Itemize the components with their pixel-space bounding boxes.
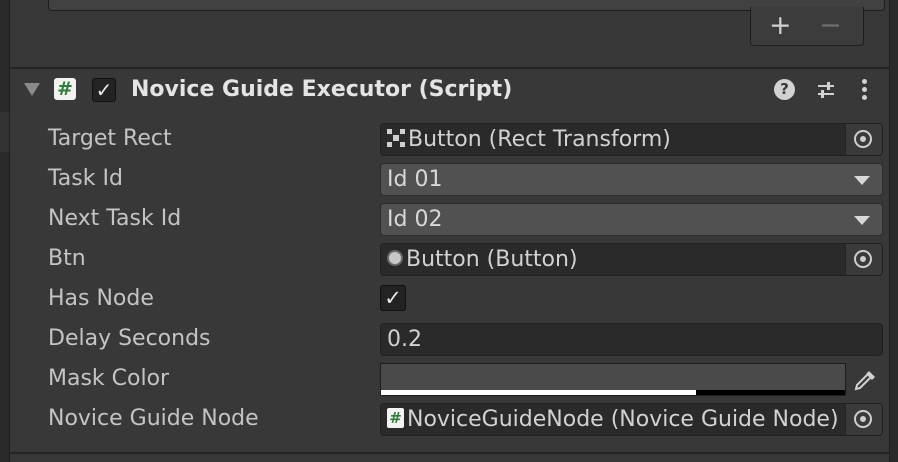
dropdown-value: Id 01 [387, 167, 443, 192]
field-label: Task Id [48, 166, 123, 191]
foldout-arrow-icon[interactable] [24, 83, 40, 96]
component-enabled-checkbox[interactable]: ✓ [92, 78, 116, 102]
next-task-id-dropdown[interactable]: Id 02 [380, 203, 883, 236]
field-value: NoviceGuideNode (Novice Guide Node) [407, 407, 839, 432]
script-icon: # [387, 408, 404, 428]
field-row-mask-color: Mask Color [0, 359, 898, 399]
add-element-button[interactable]: + [769, 11, 792, 41]
mask-color-field [380, 363, 883, 396]
component-header[interactable]: # ✓ Novice Guide Executor (Script) ? [10, 70, 889, 110]
dropdown-arrow-icon [854, 176, 870, 185]
field-label: Mask Color [48, 366, 170, 391]
field-row-task-id: Task Id Id 01 [0, 159, 898, 199]
field-label: Next Task Id [48, 206, 182, 231]
field-label: Delay Seconds [48, 326, 211, 351]
btn-object-field[interactable]: Button (Button) [380, 243, 883, 276]
field-row-has-node: Has Node ✓ [0, 279, 898, 319]
has-node-checkbox[interactable]: ✓ [380, 285, 406, 311]
field-value: 0.2 [387, 327, 422, 352]
field-label: Novice Guide Node [48, 406, 259, 431]
bottom-separator [9, 452, 889, 454]
remove-element-button[interactable]: − [819, 11, 842, 41]
delay-seconds-input[interactable]: 0.2 [380, 323, 883, 356]
eyedropper-icon[interactable] [846, 363, 883, 396]
object-picker-icon[interactable] [845, 244, 882, 275]
dropdown-arrow-icon [854, 216, 870, 225]
field-row-novice-guide-node: Novice Guide Node # NoviceGuideNode (Novi… [0, 399, 898, 439]
novice-guide-node-object-field[interactable]: # NoviceGuideNode (Novice Guide Node) [380, 403, 883, 436]
component-separator [9, 67, 889, 69]
script-icon: # [54, 78, 76, 100]
alpha-bar [381, 390, 696, 395]
object-picker-icon[interactable] [845, 404, 882, 435]
task-id-dropdown[interactable]: Id 01 [380, 163, 883, 196]
list-footer: + − [750, 7, 864, 46]
presets-icon[interactable] [815, 79, 837, 101]
alpha-bar-remainder [696, 390, 845, 395]
rect-transform-icon [387, 129, 405, 147]
field-row-next-task-id: Next Task Id Id 02 [0, 199, 898, 239]
field-label: Btn [48, 246, 86, 271]
component-title: Novice Guide Executor (Script) [131, 77, 513, 102]
button-component-icon [387, 250, 403, 266]
context-menu-icon[interactable] [858, 79, 870, 101]
field-row-btn: Btn Button (Button) [0, 239, 898, 279]
help-icon[interactable]: ? [774, 79, 795, 100]
target-rect-object-field[interactable]: Button (Rect Transform) [380, 123, 883, 156]
field-row-delay-seconds: Delay Seconds 0.2 [0, 319, 898, 359]
object-picker-icon[interactable] [845, 124, 882, 155]
dropdown-value: Id 02 [387, 207, 443, 232]
color-swatch[interactable] [380, 363, 846, 396]
field-label: Target Rect [48, 126, 172, 151]
field-value: Button (Rect Transform) [408, 127, 671, 152]
field-row-target-rect: Target Rect Button (Rect Transform) [0, 119, 898, 159]
field-label: Has Node [48, 286, 154, 311]
field-value: Button (Button) [406, 247, 578, 272]
